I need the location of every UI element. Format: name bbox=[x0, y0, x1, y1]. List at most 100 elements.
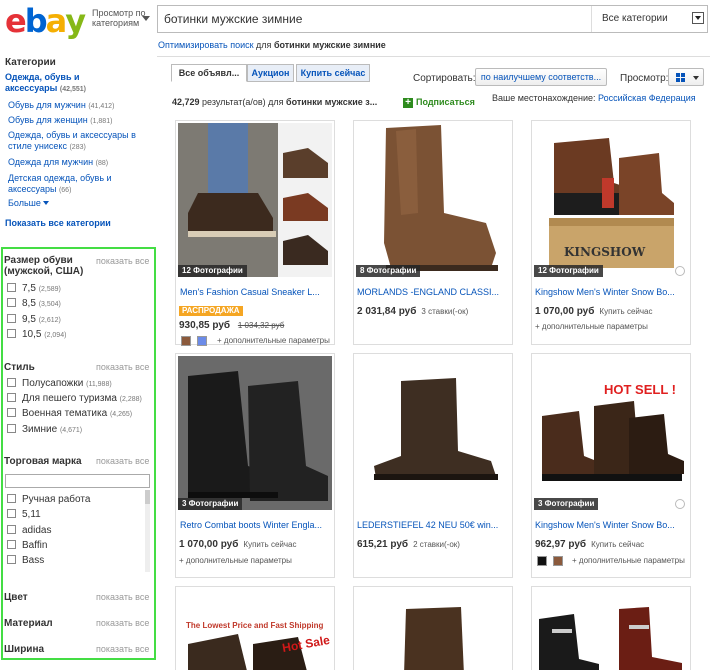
product-card[interactable] bbox=[353, 586, 513, 670]
product-card[interactable] bbox=[531, 586, 691, 670]
product-image[interactable]: 3 Фотографии bbox=[178, 356, 332, 510]
checkbox[interactable] bbox=[7, 525, 16, 534]
chevron-down-icon bbox=[142, 16, 150, 21]
location-link[interactable]: Российская Федерация bbox=[598, 93, 696, 103]
location: Ваше местонахождение: Российская Федерац… bbox=[492, 93, 696, 103]
color-swatch-brown[interactable] bbox=[553, 556, 563, 566]
view-mode-dropdown[interactable] bbox=[668, 68, 704, 86]
sidebar-item-kids[interactable]: Детская одежда, обувь и аксессуары (66) bbox=[8, 173, 133, 196]
style-option[interactable]: Военная тематика (4,265) bbox=[7, 408, 132, 420]
size-option[interactable]: 9,5 (2,612) bbox=[7, 314, 61, 326]
show-all-categories-link[interactable]: Показать все категории bbox=[5, 218, 111, 229]
checkbox[interactable] bbox=[7, 283, 16, 292]
browse-categories-button[interactable]: Просмотр по категориям bbox=[92, 8, 150, 28]
buckle-boots-image bbox=[534, 589, 688, 670]
results-summary: 42,729 результат(а/ов) для ботинки мужск… bbox=[172, 97, 378, 107]
combat-boots-image bbox=[178, 356, 332, 510]
product-title-link[interactable]: Kingshow Men's Winter Snow Bo... bbox=[535, 520, 675, 530]
product-image[interactable]: HOT SELL ! 3 Фотографии bbox=[534, 356, 688, 510]
product-card[interactable]: The Lowest Price and Fast Shipping Hot S… bbox=[175, 586, 335, 670]
brand-list-scrollbar[interactable] bbox=[145, 490, 150, 572]
product-image[interactable]: KINGSHOW 12 Фотографии bbox=[534, 123, 688, 277]
brand-option[interactable]: adidas bbox=[7, 525, 51, 537]
checkbox[interactable] bbox=[7, 540, 16, 549]
product-image[interactable] bbox=[356, 589, 510, 670]
checkbox[interactable] bbox=[7, 298, 16, 307]
product-title-link[interactable]: MORLANDS -ENGLAND CLASSI... bbox=[357, 287, 499, 297]
brand-option[interactable]: Baffin bbox=[7, 540, 47, 552]
brand-search-input[interactable] bbox=[5, 474, 150, 488]
product-image[interactable]: The Lowest Price and Fast Shipping Hot S… bbox=[178, 589, 332, 670]
brand-filter-title: Торговая марка bbox=[4, 456, 82, 467]
product-price: 930,85 руб 1 034,32 руб bbox=[179, 320, 285, 331]
sidebar-item-unisex[interactable]: Одежда, обувь и аксессуары в стиле унисе… bbox=[8, 130, 143, 153]
checkbox[interactable] bbox=[7, 329, 16, 338]
brown-boot-image bbox=[356, 589, 510, 670]
photo-count-badge: 12 Фотографии bbox=[178, 265, 247, 277]
size-option[interactable]: 7,5 (2,589) bbox=[7, 283, 61, 295]
product-image[interactable] bbox=[534, 589, 688, 670]
checkbox[interactable] bbox=[7, 555, 16, 564]
color-swatch-blue[interactable] bbox=[197, 336, 207, 346]
more-options-link[interactable]: + дополнительные параметры bbox=[179, 556, 292, 565]
size-option[interactable]: 10,5 (2,094) bbox=[7, 329, 66, 341]
category-select[interactable]: Все категории bbox=[591, 6, 707, 32]
zoom-icon[interactable] bbox=[675, 499, 685, 509]
product-title-link[interactable]: Men's Fashion Casual Sneaker L... bbox=[180, 287, 320, 297]
product-image[interactable]: 8 Фотографии bbox=[356, 123, 510, 277]
size-filter-title: Размер обуви (мужской, США) bbox=[4, 255, 84, 277]
more-options-link[interactable]: + дополнительные параметры bbox=[535, 322, 648, 331]
color-swatch-black[interactable] bbox=[537, 556, 547, 566]
style-filter-title: Стиль bbox=[4, 362, 35, 373]
sidebar-item-men-shoes[interactable]: Обувь для мужчин (41,412) bbox=[8, 100, 148, 112]
color-filter-title: Цвет bbox=[4, 592, 28, 603]
checkbox[interactable] bbox=[7, 393, 16, 402]
tab-auction[interactable]: Аукцион bbox=[247, 64, 294, 82]
brand-option[interactable]: Bass bbox=[7, 555, 44, 567]
more-options-link[interactable]: + дополнительные параметры bbox=[217, 336, 330, 345]
sidebar-item-men-clothing[interactable]: Одежда для мужчин (88) bbox=[8, 157, 148, 169]
checkbox[interactable] bbox=[7, 314, 16, 323]
optimize-search-link[interactable]: Оптимизировать поиск bbox=[158, 40, 254, 50]
style-option[interactable]: Полусапожки (11,988) bbox=[7, 378, 112, 390]
checkbox[interactable] bbox=[7, 408, 16, 417]
sneaker-boots-image bbox=[178, 123, 332, 277]
sort-dropdown[interactable]: по наилучшему соответств... bbox=[475, 68, 607, 86]
ebay-logo[interactable]: ebay bbox=[5, 4, 86, 38]
search-bar: Все категории bbox=[157, 5, 708, 33]
product-title-link[interactable]: LEDERSTIEFEL 42 NEU 50€ win... bbox=[357, 520, 498, 530]
checkbox[interactable] bbox=[7, 424, 16, 433]
checkbox[interactable] bbox=[7, 494, 16, 503]
product-price: 615,21 руб 2 ставки(-ок) bbox=[357, 539, 460, 550]
checkbox[interactable] bbox=[7, 378, 16, 387]
product-image[interactable] bbox=[356, 356, 510, 510]
dropdown-arrow-icon[interactable] bbox=[692, 12, 704, 24]
sidebar-top-category[interactable]: Одежда, обувь и аксессуары (42,551) bbox=[5, 72, 115, 95]
more-options-link[interactable]: + дополнительные параметры bbox=[572, 556, 685, 565]
zoom-icon[interactable] bbox=[675, 266, 685, 276]
product-image[interactable]: 12 Фотографии bbox=[178, 123, 332, 277]
kingshow-hot-boots-image bbox=[534, 356, 688, 510]
brand-option[interactable]: 5,11 bbox=[7, 509, 41, 521]
product-title-link[interactable]: Retro Combat boots Winter Engla... bbox=[180, 520, 322, 530]
color-swatch-brown[interactable] bbox=[181, 336, 191, 346]
kingshow-box-label: KINGSHOW bbox=[564, 245, 646, 259]
product-title-link[interactable]: Kingshow Men's Winter Snow Bo... bbox=[535, 287, 675, 297]
size-option[interactable]: 8,5 (3,504) bbox=[7, 298, 61, 310]
chevron-down-icon bbox=[43, 201, 50, 205]
subscribe-button[interactable]: + Подписаться bbox=[403, 97, 475, 108]
photo-count-badge: 12 Фотографии bbox=[534, 265, 603, 277]
style-option[interactable]: Для пешего туризма (2,288) bbox=[7, 393, 142, 405]
photo-count-badge: 3 Фотографии bbox=[178, 498, 243, 510]
sidebar-more[interactable]: Больше bbox=[8, 198, 50, 209]
search-input[interactable] bbox=[158, 6, 591, 32]
brand-option[interactable]: Ручная работа bbox=[7, 494, 90, 506]
style-option[interactable]: Зимние (4,671) bbox=[7, 424, 82, 436]
tab-all-listings[interactable]: Все объявл... bbox=[171, 64, 247, 82]
photo-count-badge: 3 Фотографии bbox=[534, 498, 599, 510]
checkbox[interactable] bbox=[7, 509, 16, 518]
sort-label: Сортировать: bbox=[413, 73, 476, 84]
sidebar-item-women-shoes[interactable]: Обувь для женщин (1,881) bbox=[8, 115, 148, 127]
tab-buy-now[interactable]: Купить сейчас bbox=[296, 64, 370, 82]
suede-boot-image bbox=[356, 123, 510, 277]
